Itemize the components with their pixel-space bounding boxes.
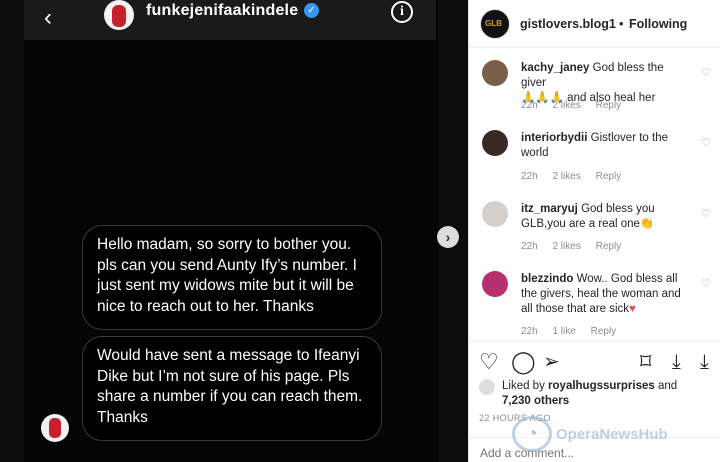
- comment-body: itz_maryuj God bless you GLB,you are a r…: [521, 202, 691, 232]
- post-author-username[interactable]: gistlovers.blog1: [520, 17, 616, 31]
- dm-username: funkejenifaakindele: [146, 2, 299, 19]
- comment-age: 22h: [521, 171, 538, 182]
- comment-body: blezzindo Wow.. God bless all the givers…: [521, 272, 691, 317]
- opera-news-logo-icon: ◔: [512, 416, 552, 452]
- back-arrow-icon: ‹: [44, 4, 52, 31]
- comment-reply-button[interactable]: Reply: [596, 241, 622, 252]
- image-margin-left: [0, 0, 24, 462]
- comment-username[interactable]: blezzindo: [521, 273, 573, 285]
- post-header: GLB gistlovers.blog1 • Following: [469, 0, 720, 48]
- comment-age: 22h: [521, 100, 538, 111]
- verified-badge-icon: ✓: [304, 3, 319, 18]
- comment-likes[interactable]: 2 likes: [552, 241, 580, 252]
- message-bubble: Hello madam, so sorry to bother you. pls…: [82, 225, 382, 330]
- comment-age: 22h: [521, 326, 538, 337]
- comment-likes[interactable]: 2 likes: [552, 100, 580, 111]
- dm-header: ‹ funkejenifaakindele ✓ i: [24, 0, 436, 40]
- likes-conjunction: and: [657, 380, 678, 392]
- clapping-hands-emoji: 👏: [639, 218, 655, 230]
- comment-reply-button[interactable]: Reply: [596, 171, 622, 182]
- comment-body: interiorbydii Gistlover to the world: [521, 131, 691, 161]
- comment-meta: 22h 1 like Reply: [521, 326, 628, 337]
- comment-username[interactable]: interiorbydii: [521, 132, 587, 144]
- comment-username[interactable]: itz_maryuj: [521, 203, 578, 215]
- commenter-avatar[interactable]: [482, 60, 508, 86]
- comment-likes[interactable]: 1 like: [552, 326, 575, 337]
- commenter-avatar[interactable]: [482, 201, 508, 227]
- comment-like-heart-icon[interactable]: ♡: [701, 277, 711, 290]
- comment-reply-button[interactable]: Reply: [591, 326, 617, 337]
- comment-bubble-icon[interactable]: ◯: [511, 351, 536, 373]
- share-paper-plane-icon[interactable]: ➢: [543, 351, 560, 373]
- comment-meta: 22h 2 likes Reply: [521, 171, 633, 182]
- comment-reply-button[interactable]: Reply: [596, 100, 622, 111]
- dm-avatar: [104, 0, 134, 30]
- liker-avatar: [479, 379, 495, 395]
- post-action-bar: ♡ ◯ ➢ ⌑ ⤓ ⤓: [469, 340, 720, 380]
- carousel-next-button[interactable]: ›: [437, 226, 459, 248]
- message-bubble: Would have sent a message to Ifeanyi Dik…: [82, 336, 382, 441]
- likes-count[interactable]: 7,230 others: [502, 395, 569, 407]
- sender-avatar: [41, 414, 69, 442]
- post-author-avatar[interactable]: GLB: [480, 9, 510, 39]
- header-separator: •: [619, 17, 624, 31]
- download-icon-secondary[interactable]: ⤓: [700, 351, 709, 373]
- avatar-logo-text: GLB: [485, 19, 502, 28]
- comment-username[interactable]: kachy_janey: [521, 62, 589, 74]
- post-image: ‹ funkejenifaakindele ✓ i Hello madam, s…: [0, 0, 468, 462]
- comment-like-heart-icon[interactable]: ♡: [701, 66, 711, 79]
- like-heart-icon[interactable]: ♡: [479, 351, 499, 373]
- save-bookmark-icon[interactable]: ⌑: [640, 351, 651, 373]
- likes-prefix: Liked by: [502, 380, 545, 392]
- comment-like-heart-icon[interactable]: ♡: [701, 207, 711, 220]
- comment-age: 22h: [521, 241, 538, 252]
- comment-like-heart-icon[interactable]: ♡: [701, 136, 711, 149]
- watermark: ◔ OperaNewsHub: [512, 416, 720, 452]
- likes-text: Liked by royalhugssurprises and 7,230 ot…: [502, 379, 717, 409]
- comment-likes[interactable]: 2 likes: [552, 171, 580, 182]
- post-sidebar: GLB gistlovers.blog1 • Following kachy_j…: [468, 0, 720, 462]
- commenter-avatar[interactable]: [482, 271, 508, 297]
- comment-meta: 22h 2 likes Reply: [521, 100, 633, 111]
- commenter-avatar[interactable]: [482, 130, 508, 156]
- info-icon: i: [391, 1, 413, 23]
- carousel-dots: [204, 456, 264, 462]
- liker-username[interactable]: royalhugssurprises: [548, 380, 655, 392]
- following-button[interactable]: Following: [629, 17, 687, 31]
- watermark-text: OperaNewsHub: [556, 426, 668, 443]
- instagram-post-view: ‹ funkejenifaakindele ✓ i Hello madam, s…: [0, 0, 720, 462]
- comment-meta: 22h 2 likes Reply: [521, 241, 633, 252]
- red-heart-emoji: ♥: [629, 303, 636, 315]
- download-icon[interactable]: ⤓: [672, 351, 681, 373]
